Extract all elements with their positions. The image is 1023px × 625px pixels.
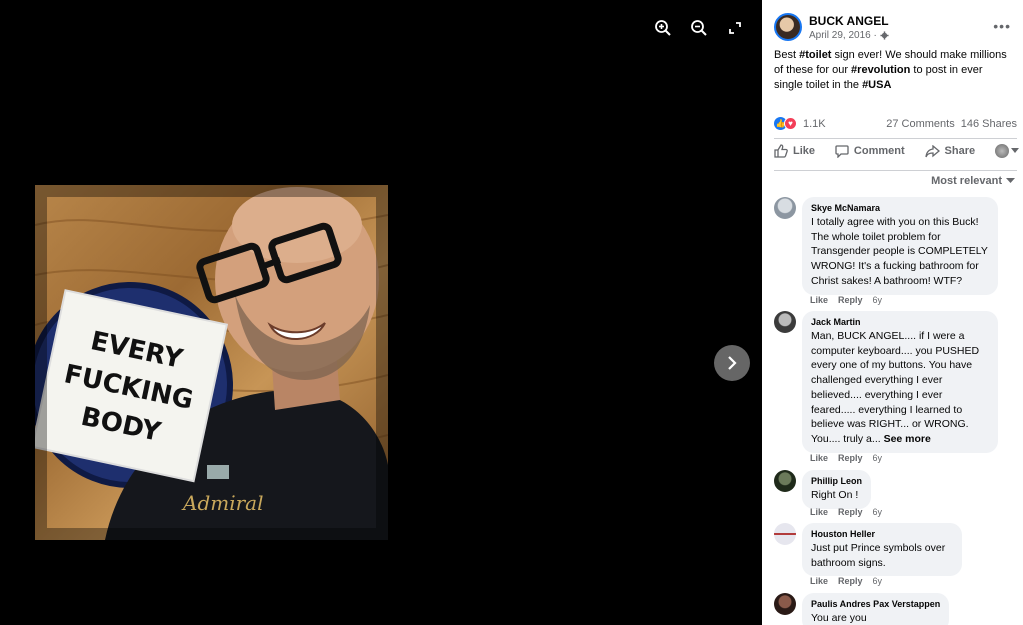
photo-viewer: EVERY FUCKING BODY Admiral	[0, 0, 762, 625]
post-text: Best #toilet sign ever! We should make m…	[762, 48, 1023, 93]
post-date[interactable]: April 29, 2016 ·	[809, 30, 889, 41]
share-button[interactable]: Share	[924, 144, 976, 158]
comment-like-button[interactable]: Like	[810, 295, 828, 305]
comment-age[interactable]: 6y	[873, 576, 883, 586]
comment-reply-button[interactable]: Reply	[838, 507, 863, 517]
commenter-avatar[interactable]	[774, 197, 796, 219]
hashtag-link[interactable]: #revolution	[851, 64, 910, 76]
commenter-name[interactable]: Skye McNamara	[811, 203, 989, 213]
comment-meta: Like Reply 6y	[810, 295, 882, 305]
author-avatar[interactable]	[774, 13, 802, 41]
commenter-avatar[interactable]	[774, 470, 796, 492]
share-arrow-icon	[924, 144, 940, 157]
caret-down-icon	[1006, 178, 1015, 183]
viewer-avatar	[995, 144, 1009, 158]
post-header: BUCK ANGEL April 29, 2016 · •••	[762, 0, 1023, 48]
reactions-count[interactable]: 1.1K	[803, 118, 826, 130]
commenter-name[interactable]: Phillip Leon	[811, 476, 862, 486]
comment-text: I totally agree with you on this Buck! T…	[811, 216, 988, 287]
comment-like-button[interactable]: Like	[810, 453, 828, 463]
caret-down-icon	[1011, 148, 1019, 153]
privacy-gear-icon	[880, 31, 889, 40]
comment-bubble: Paulis Andres Pax Verstappen You are you	[802, 593, 950, 625]
see-more-link[interactable]: See more	[884, 433, 931, 445]
thumbs-up-icon	[774, 144, 788, 158]
comment-text: Right On !	[811, 489, 859, 501]
shirt-logo-text: Admiral	[181, 491, 264, 515]
post-stats: 👍 ♥ 1.1K 27 Comments 146 Shares	[774, 117, 1017, 130]
shares-count[interactable]: 146 Shares	[961, 118, 1017, 130]
next-photo-button[interactable]	[714, 345, 750, 381]
fullscreen-icon[interactable]	[724, 17, 746, 39]
comment-bubble: Skye McNamara I totally agree with you o…	[802, 197, 998, 295]
viewer-toolbar	[652, 17, 746, 39]
share-label: Share	[944, 145, 976, 157]
love-reaction-icon[interactable]: ♥	[784, 117, 797, 130]
comment-text: Man, BUCK ANGEL.... if I were a computer…	[811, 329, 989, 447]
post-photo[interactable]: EVERY FUCKING BODY Admiral	[35, 185, 388, 540]
post-actions: Like Comment Share	[774, 144, 1019, 158]
zoom-out-icon[interactable]	[688, 17, 710, 39]
comment-button[interactable]: Comment	[835, 144, 905, 158]
comment-age[interactable]: 6y	[873, 453, 883, 463]
comment-text-body: Man, BUCK ANGEL.... if I were a computer…	[811, 330, 980, 445]
comment-sort-dropdown[interactable]: Most relevant	[931, 175, 1015, 187]
post-panel: BUCK ANGEL April 29, 2016 · ••• Best #to…	[762, 0, 1023, 625]
audience-selector[interactable]	[995, 144, 1019, 158]
commenter-avatar[interactable]	[774, 523, 796, 545]
commenter-name[interactable]: Houston Heller	[811, 529, 953, 539]
hashtag-link[interactable]: #toilet	[799, 49, 831, 61]
divider	[774, 170, 1017, 171]
comment-reply-button[interactable]: Reply	[838, 453, 863, 463]
comment-like-button[interactable]: Like	[810, 507, 828, 517]
comment-bubble: Jack Martin Man, BUCK ANGEL.... if I wer…	[802, 311, 998, 453]
comment-bubble-icon	[835, 145, 849, 158]
comment-reply-button[interactable]: Reply	[838, 576, 863, 586]
hashtag-link[interactable]: #USA	[862, 79, 891, 91]
post-text-part: Best	[774, 49, 800, 61]
comment-bubble: Houston Heller Just put Prince symbols o…	[802, 523, 962, 577]
comment-label: Comment	[853, 145, 905, 157]
like-button[interactable]: Like	[774, 144, 815, 158]
sort-label: Most relevant	[931, 175, 1002, 187]
chevron-right-icon	[728, 356, 737, 370]
comment-like-button[interactable]: Like	[810, 576, 828, 586]
comment-meta: Like Reply 6y	[810, 453, 882, 463]
comment-text: Just put Prince symbols over bathroom si…	[811, 542, 946, 569]
commenter-name[interactable]: Jack Martin	[811, 317, 989, 327]
comment-reply-button[interactable]: Reply	[838, 295, 863, 305]
comment-bubble: Phillip Leon Right On !	[802, 470, 871, 509]
divider	[774, 138, 1017, 139]
comment-text: You are you	[811, 612, 867, 624]
more-options-icon[interactable]: •••	[993, 18, 1011, 34]
comment-age[interactable]: 6y	[873, 295, 883, 305]
post-date-text[interactable]: April 29, 2016 ·	[809, 30, 877, 41]
commenter-avatar[interactable]	[774, 593, 796, 615]
zoom-in-icon[interactable]	[652, 17, 674, 39]
author-name[interactable]: BUCK ANGEL	[809, 14, 889, 28]
comments-count[interactable]: 27 Comments	[886, 118, 954, 130]
commenter-avatar[interactable]	[774, 311, 796, 333]
comment-meta: Like Reply 6y	[810, 576, 882, 586]
comment-age[interactable]: 6y	[873, 507, 883, 517]
commenter-name[interactable]: Paulis Andres Pax Verstappen	[811, 599, 940, 609]
comment-meta: Like Reply 6y	[810, 507, 882, 517]
like-label: Like	[793, 145, 816, 157]
